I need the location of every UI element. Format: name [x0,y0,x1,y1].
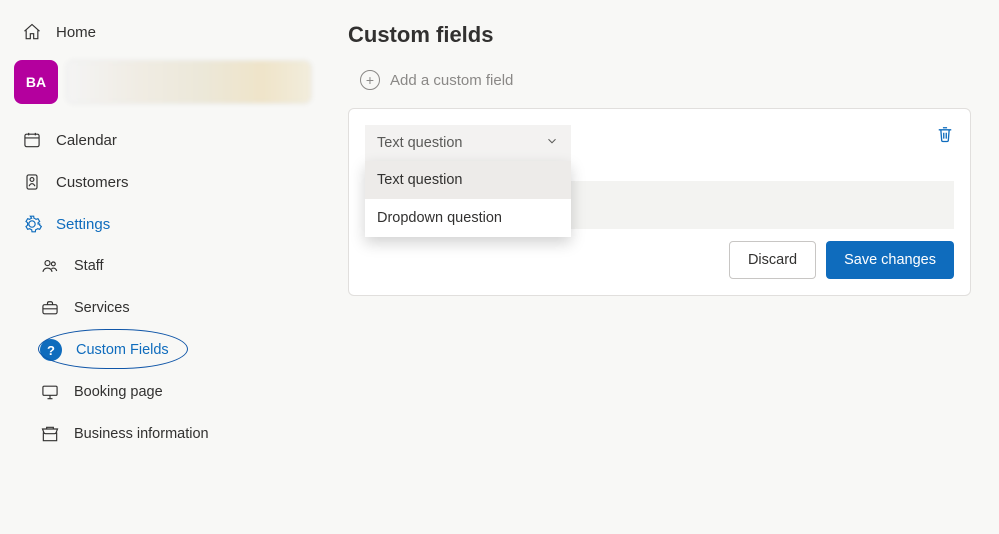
briefcase-icon [40,298,60,318]
discard-button[interactable]: Discard [729,241,816,279]
card-actions: Discard Save changes [365,241,954,279]
nav-settings[interactable]: Settings [14,204,312,244]
dropdown-option-dropdown[interactable]: Dropdown question [365,199,571,237]
sidebar: Home BA Calendar Customers Settings Staf… [0,0,320,534]
nav-home[interactable]: Home [14,12,312,52]
main-content: Custom fields + Add a custom field Text … [320,0,999,534]
nav-custom-fields-label: Custom Fields [76,342,169,358]
chevron-down-icon [545,134,559,152]
calendar-icon [22,130,42,150]
nav-customers[interactable]: Customers [14,162,312,202]
dropdown-selected: Text question [377,135,462,151]
add-custom-field-button[interactable]: + Add a custom field [360,70,971,90]
add-custom-field-label: Add a custom field [390,72,513,89]
nav-business-info[interactable]: Business information [14,414,312,454]
monitor-icon [40,382,60,402]
trash-icon [935,124,955,144]
nav-custom-fields[interactable]: ? Custom Fields [14,330,312,370]
workspace-badge: BA [14,60,58,104]
page-title: Custom fields [348,22,971,48]
dropdown-option-text[interactable]: Text question [365,161,571,199]
nav-home-label: Home [56,24,96,41]
staff-icon [40,256,60,276]
delete-button[interactable] [934,123,956,145]
workspace-badge-row[interactable]: BA [14,60,312,104]
custom-field-card: Text question Text question Dropdown que… [348,108,971,296]
nav-services[interactable]: Services [14,288,312,328]
workspace-name-redacted [66,60,312,104]
save-button[interactable]: Save changes [826,241,954,279]
nav-staff-label: Staff [74,258,104,274]
nav-calendar[interactable]: Calendar [14,120,312,160]
dropdown-menu: Text question Dropdown question [365,161,571,237]
home-icon [22,22,42,42]
nav-settings-label: Settings [56,216,110,233]
nav-booking-page-label: Booking page [74,384,163,400]
nav-staff[interactable]: Staff [14,246,312,286]
help-icon: ? [40,339,62,361]
storefront-icon [40,424,60,444]
nav-booking-page[interactable]: Booking page [14,372,312,412]
customers-icon [22,172,42,192]
nav-customers-label: Customers [56,174,129,191]
nav-services-label: Services [74,300,130,316]
field-type-dropdown[interactable]: Text question Text question Dropdown que… [365,125,571,161]
gear-icon [22,214,42,234]
nav-business-info-label: Business information [74,426,209,442]
plus-circle-icon: + [360,70,380,90]
workspace-initials: BA [26,74,46,90]
nav-calendar-label: Calendar [56,132,117,149]
